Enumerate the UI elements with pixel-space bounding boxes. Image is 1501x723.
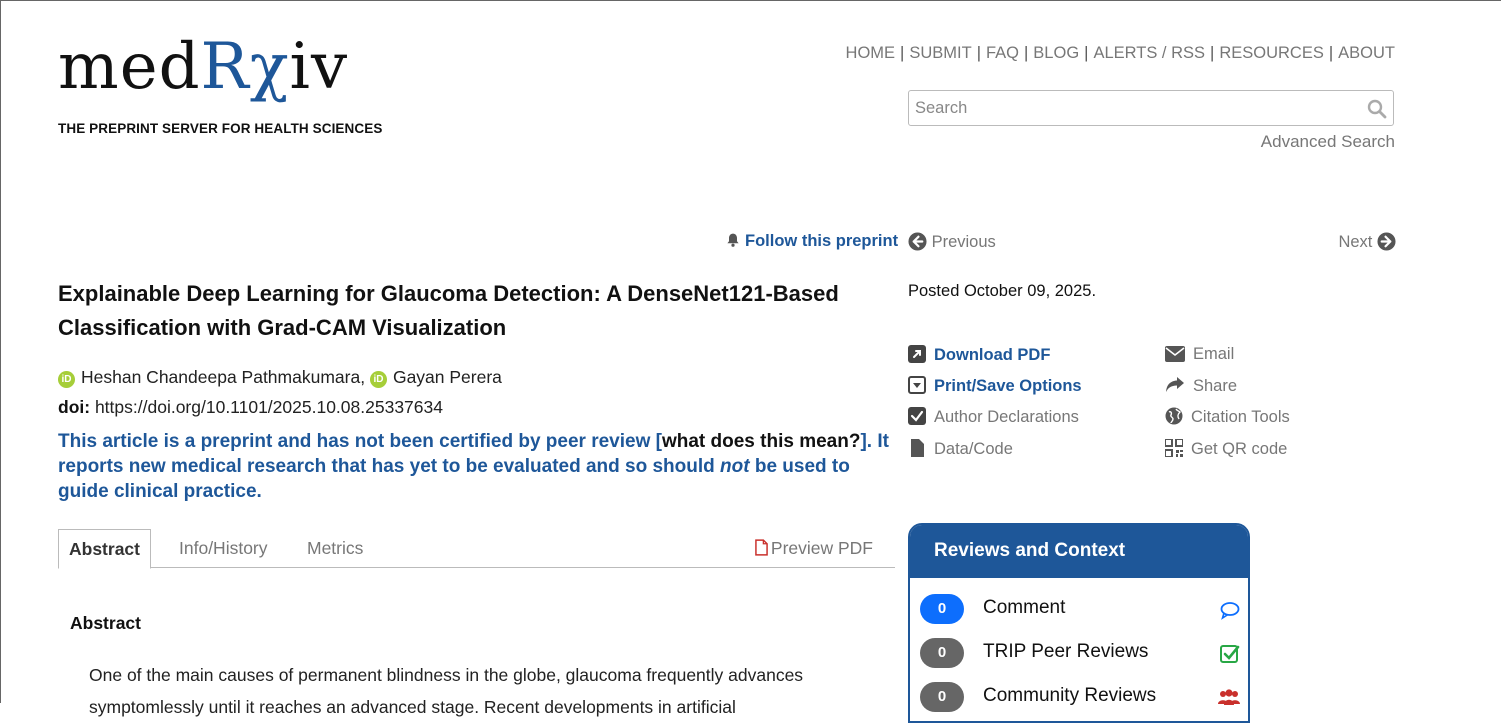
nav-resources[interactable]: RESOURCES xyxy=(1219,44,1324,62)
nav-alerts-rss[interactable]: ALERTS / RSS xyxy=(1093,44,1205,62)
check-square-icon xyxy=(908,407,926,425)
arrow-left-circle-icon xyxy=(908,232,927,251)
email-link[interactable]: Email xyxy=(1165,345,1234,364)
nav-faq[interactable]: FAQ xyxy=(986,44,1019,62)
tab-info-history[interactable]: Info/History xyxy=(179,529,268,567)
globe-icon xyxy=(1165,407,1183,425)
nav-home[interactable]: HOME xyxy=(846,44,896,62)
users-icon xyxy=(1218,689,1240,705)
orcid-icon[interactable]: iD xyxy=(369,371,387,388)
advanced-search-link[interactable]: Advanced Search xyxy=(1261,132,1395,152)
top-nav: HOME | SUBMIT | FAQ | BLOG | ALERTS / RSS | RESOUR… xyxy=(845,44,1395,62)
article-title: Explainable Deep Learning for Glaucoma D… xyxy=(58,281,839,340)
author-link[interactable]: Heshan Chandeepa Pathmakumara xyxy=(81,367,360,387)
logo-tagline: THE PREPRINT SERVER FOR HEALTH SCIENCES xyxy=(58,121,383,136)
logo-text-med: med xyxy=(58,30,201,104)
get-qr-code-link[interactable]: Get QR code xyxy=(1165,439,1287,459)
logo-text-iv: iv xyxy=(289,30,349,104)
site-logo[interactable]: medRχiv xyxy=(58,31,348,103)
search-icon[interactable] xyxy=(1367,99,1387,119)
citation-tools-link[interactable]: Citation Tools xyxy=(1165,407,1290,427)
preprint-notice: This article is a preprint and has not b… xyxy=(58,431,889,502)
nav-blog[interactable]: BLOG xyxy=(1033,44,1079,62)
share-arrow-icon xyxy=(1166,377,1184,392)
next-link[interactable]: Next xyxy=(1338,232,1396,252)
pdf-file-icon xyxy=(755,539,768,556)
article-tabs: Abstract Info/History Metrics Preview PD… xyxy=(58,529,895,569)
author-declarations-link[interactable]: Author Declarations xyxy=(908,407,1079,427)
search-input[interactable] xyxy=(909,91,1361,125)
caret-square-down-icon xyxy=(908,376,926,394)
review-row-label: Community Reviews xyxy=(983,685,1157,706)
preview-pdf-link[interactable]: Preview PDF xyxy=(755,529,873,567)
tab-metrics[interactable]: Metrics xyxy=(307,529,363,567)
author-list: iD Heshan Chandeepa Pathmakumara, iD Gayan… xyxy=(58,367,502,388)
comment-bubble-icon xyxy=(1220,602,1240,620)
nav-submit[interactable]: SUBMIT xyxy=(909,44,971,62)
qr-code-icon xyxy=(1165,439,1183,457)
download-pdf-link[interactable]: Download PDF xyxy=(908,345,1050,365)
print-save-options-link[interactable]: Print/Save Options xyxy=(908,376,1082,396)
what-does-this-mean-link[interactable]: what does this mean? xyxy=(662,431,860,452)
external-link-icon xyxy=(908,345,926,363)
check-square-icon xyxy=(1220,645,1240,663)
reviews-context-panel: Reviews and Context 0 Comment 0 TRIP Pee… xyxy=(908,523,1250,723)
doi-label: doi: xyxy=(58,397,91,417)
review-row-comment[interactable]: 0 Comment xyxy=(920,594,1240,626)
orcid-icon[interactable]: iD xyxy=(58,371,75,388)
doi-line: doi: https://doi.org/10.1101/2025.10.08.… xyxy=(58,397,443,418)
doi-link[interactable]: https://doi.org/10.1101/2025.10.08.25337… xyxy=(95,397,443,417)
envelope-icon xyxy=(1165,346,1185,362)
review-row-label: Comment xyxy=(983,597,1066,618)
abstract-heading: Abstract xyxy=(70,613,141,633)
search-box xyxy=(908,90,1394,126)
follow-preprint-link[interactable]: Follow this preprint xyxy=(725,232,898,251)
share-link[interactable]: Share xyxy=(1165,376,1237,396)
author-link[interactable]: Gayan Perera xyxy=(393,367,502,387)
comment-count-badge: 0 xyxy=(920,594,964,624)
review-row-label: TRIP Peer Reviews xyxy=(983,641,1149,662)
data-code-link[interactable]: Data/Code xyxy=(908,439,1013,459)
nav-about[interactable]: ABOUT xyxy=(1338,44,1395,62)
bell-icon xyxy=(727,233,739,247)
arrow-right-circle-icon xyxy=(1377,232,1396,251)
trip-count-badge: 0 xyxy=(920,638,964,668)
previous-link[interactable]: Previous xyxy=(908,232,996,252)
logo-text-rx: Rχ xyxy=(200,30,290,104)
reviews-context-title: Reviews and Context xyxy=(910,525,1248,578)
posted-date: Posted October 09, 2025. xyxy=(908,282,1097,300)
file-icon xyxy=(911,439,924,457)
abstract-text: One of the main causes of permanent blin… xyxy=(89,665,804,717)
review-row-trip[interactable]: 0 TRIP Peer Reviews xyxy=(920,638,1240,670)
tab-abstract[interactable]: Abstract xyxy=(58,529,151,569)
community-count-badge: 0 xyxy=(920,682,964,712)
review-row-community[interactable]: 0 Community Reviews xyxy=(920,682,1240,714)
